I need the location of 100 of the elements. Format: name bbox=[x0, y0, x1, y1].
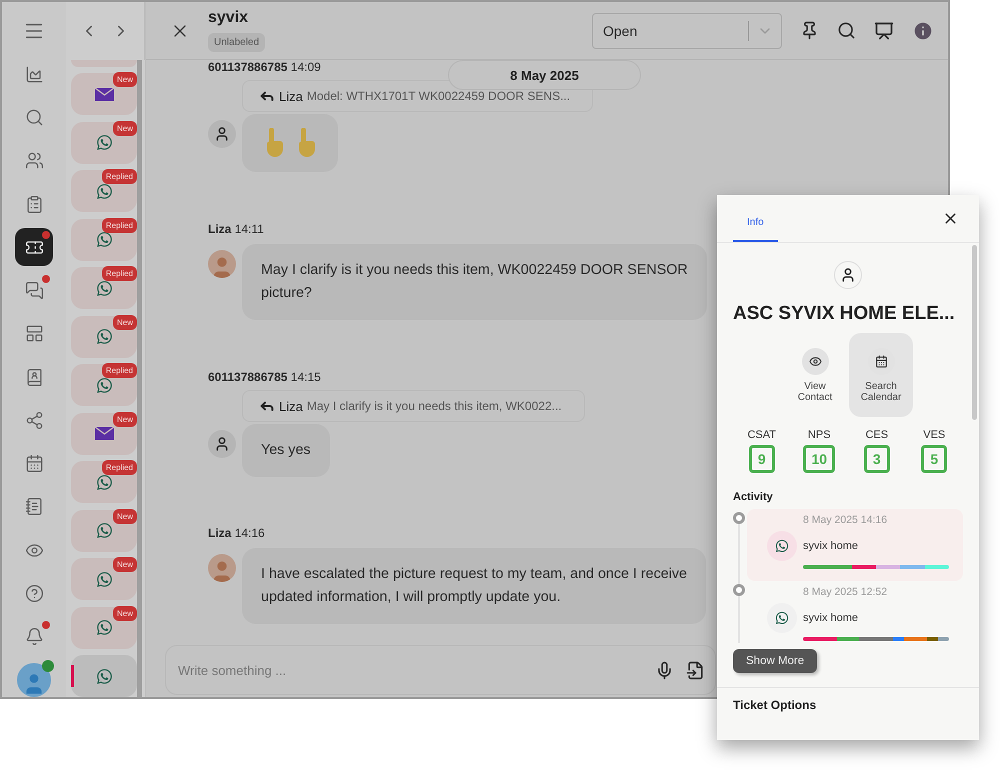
alert-dot bbox=[42, 274, 50, 283]
whatsapp-icon bbox=[96, 280, 112, 296]
conversation-tile[interactable]: New bbox=[71, 412, 137, 454]
area-chart-icon bbox=[24, 64, 44, 84]
message-text: May I clarify is it you needs this item, WK0022459 DOOR SENSOR picture? bbox=[261, 261, 688, 303]
notebook-icon bbox=[24, 497, 44, 516]
whatsapp-icon bbox=[96, 522, 112, 539]
activity-date: 8 May 2025 14:16 bbox=[803, 514, 888, 526]
message-text: I have escalated the picture request to my team, and once I receive updated information, I will promptly update you. bbox=[261, 565, 687, 607]
status-badge: New bbox=[112, 72, 137, 87]
pin-icon[interactable] bbox=[800, 21, 819, 40]
quote-author: Liza bbox=[279, 398, 303, 414]
message-field[interactable]: Write something ... bbox=[176, 662, 643, 678]
conversation-tile[interactable]: Replied bbox=[71, 218, 137, 260]
person-icon bbox=[214, 436, 230, 452]
message-sender: Liza 14:16 bbox=[208, 526, 265, 540]
selection-bar bbox=[71, 665, 74, 687]
activity-name: syvix home bbox=[803, 612, 860, 624]
contact-action[interactable]: Search Calendar bbox=[849, 333, 913, 417]
status-badge: New bbox=[112, 314, 137, 330]
activity-item[interactable]: 8 May 2025 14:16 syvix home bbox=[747, 509, 963, 581]
whatsapp-icon bbox=[96, 182, 112, 200]
people-icon bbox=[24, 151, 44, 170]
presentation-icon[interactable] bbox=[874, 20, 894, 40]
quoted-reply[interactable]: Liza May I clarify is it you needs this item, WK0022... bbox=[242, 390, 585, 422]
conversation-tile[interactable]: New bbox=[71, 606, 137, 648]
conversation-tile[interactable]: New bbox=[71, 510, 137, 552]
conversation-tile[interactable]: Replied bbox=[71, 461, 137, 503]
status-badge: New bbox=[112, 508, 137, 524]
status-badge: Replied bbox=[102, 363, 137, 378]
whatsapp-icon bbox=[96, 134, 112, 151]
conversation-tile[interactable]: New bbox=[71, 316, 137, 358]
message-sender: Liza 14:11 bbox=[208, 222, 264, 236]
conversation-tile[interactable]: New bbox=[71, 122, 137, 164]
section-title: Activity bbox=[733, 491, 774, 503]
status-badge: New bbox=[112, 557, 137, 572]
scrollbar-thumb[interactable] bbox=[972, 245, 977, 420]
status-badge: New bbox=[112, 606, 137, 620]
message-text: Yes yes bbox=[261, 441, 311, 460]
status-badge: Replied bbox=[102, 460, 137, 475]
contact-name: ASC SYVIX HOME ELE... bbox=[733, 303, 956, 325]
activity-date: 8 May 2025 12:52 bbox=[803, 586, 888, 598]
conversation-tile[interactable] bbox=[71, 655, 137, 697]
score-value: 9 bbox=[748, 445, 775, 473]
alert-dot bbox=[42, 620, 50, 629]
timeline-dot bbox=[733, 512, 745, 524]
chat-bubbles-icon bbox=[24, 281, 44, 300]
conversation-tile[interactable] bbox=[71, 60, 137, 66]
person-icon bbox=[840, 267, 856, 283]
bell-icon bbox=[24, 627, 44, 646]
info-icon[interactable] bbox=[912, 20, 934, 42]
whatsapp-icon bbox=[96, 328, 112, 345]
score-label: CSAT bbox=[747, 429, 776, 441]
section-title: Ticket Options bbox=[733, 698, 818, 712]
whatsapp-icon bbox=[96, 619, 112, 636]
microphone-icon[interactable] bbox=[655, 660, 674, 680]
score-value: 3 bbox=[864, 445, 890, 473]
whatsapp-icon bbox=[96, 474, 112, 490]
contact-action[interactable]: View Contact bbox=[783, 333, 847, 417]
status-badge: Replied bbox=[102, 218, 137, 232]
eye-icon bbox=[808, 355, 822, 368]
label-tag: Unlabeled bbox=[208, 33, 266, 52]
ticket-nav-button[interactable] bbox=[15, 228, 53, 266]
attach-file-icon[interactable] bbox=[686, 660, 705, 680]
message-sender: 601137886785 14:09 bbox=[208, 60, 321, 74]
conversation-tile[interactable]: New bbox=[71, 558, 137, 600]
conversation-tile[interactable]: New bbox=[71, 73, 137, 115]
date-pill: 8 May 2025 bbox=[448, 60, 641, 90]
panel-tab[interactable]: Info bbox=[733, 217, 778, 242]
activity-name: syvix home bbox=[803, 540, 860, 552]
status-badge: Replied bbox=[102, 266, 137, 281]
timeline-dot bbox=[733, 584, 745, 596]
user-avatar[interactable] bbox=[17, 663, 51, 698]
search-icon bbox=[24, 108, 44, 127]
whatsapp-icon bbox=[767, 603, 797, 633]
score-value: 10 bbox=[803, 445, 836, 473]
conversation-tile[interactable]: Replied bbox=[71, 364, 137, 406]
message-composer[interactable]: Write something ... bbox=[165, 645, 716, 695]
score-label: NPS bbox=[808, 429, 831, 441]
score-label: VES bbox=[923, 429, 946, 441]
layout-icon bbox=[24, 324, 44, 344]
contact-book-icon bbox=[24, 368, 44, 387]
show-more-button[interactable]: Show More bbox=[733, 649, 818, 673]
whatsapp-icon bbox=[96, 570, 112, 588]
person-icon bbox=[214, 126, 230, 142]
clipboard-icon bbox=[24, 194, 44, 214]
score-value: 5 bbox=[921, 445, 948, 473]
quote-text: Model: WTHX1701T WK0022459 DOOR SENS... bbox=[306, 89, 570, 103]
whatsapp-icon bbox=[96, 231, 112, 248]
search-icon[interactable] bbox=[837, 21, 856, 40]
quote-text: May I clarify is it you needs this item, WK0022... bbox=[306, 399, 562, 413]
calendar-icon bbox=[874, 355, 888, 368]
conversation-tile[interactable]: Replied bbox=[71, 170, 137, 212]
whatsapp-icon bbox=[96, 376, 112, 394]
envelope-icon bbox=[94, 88, 114, 100]
whatsapp-icon bbox=[96, 668, 112, 684]
conversation-tile[interactable]: Replied bbox=[71, 267, 137, 309]
envelope-icon bbox=[94, 427, 114, 440]
message-sender: 601137886785 14:15 bbox=[208, 370, 321, 384]
status-select[interactable]: Open bbox=[592, 12, 782, 48]
